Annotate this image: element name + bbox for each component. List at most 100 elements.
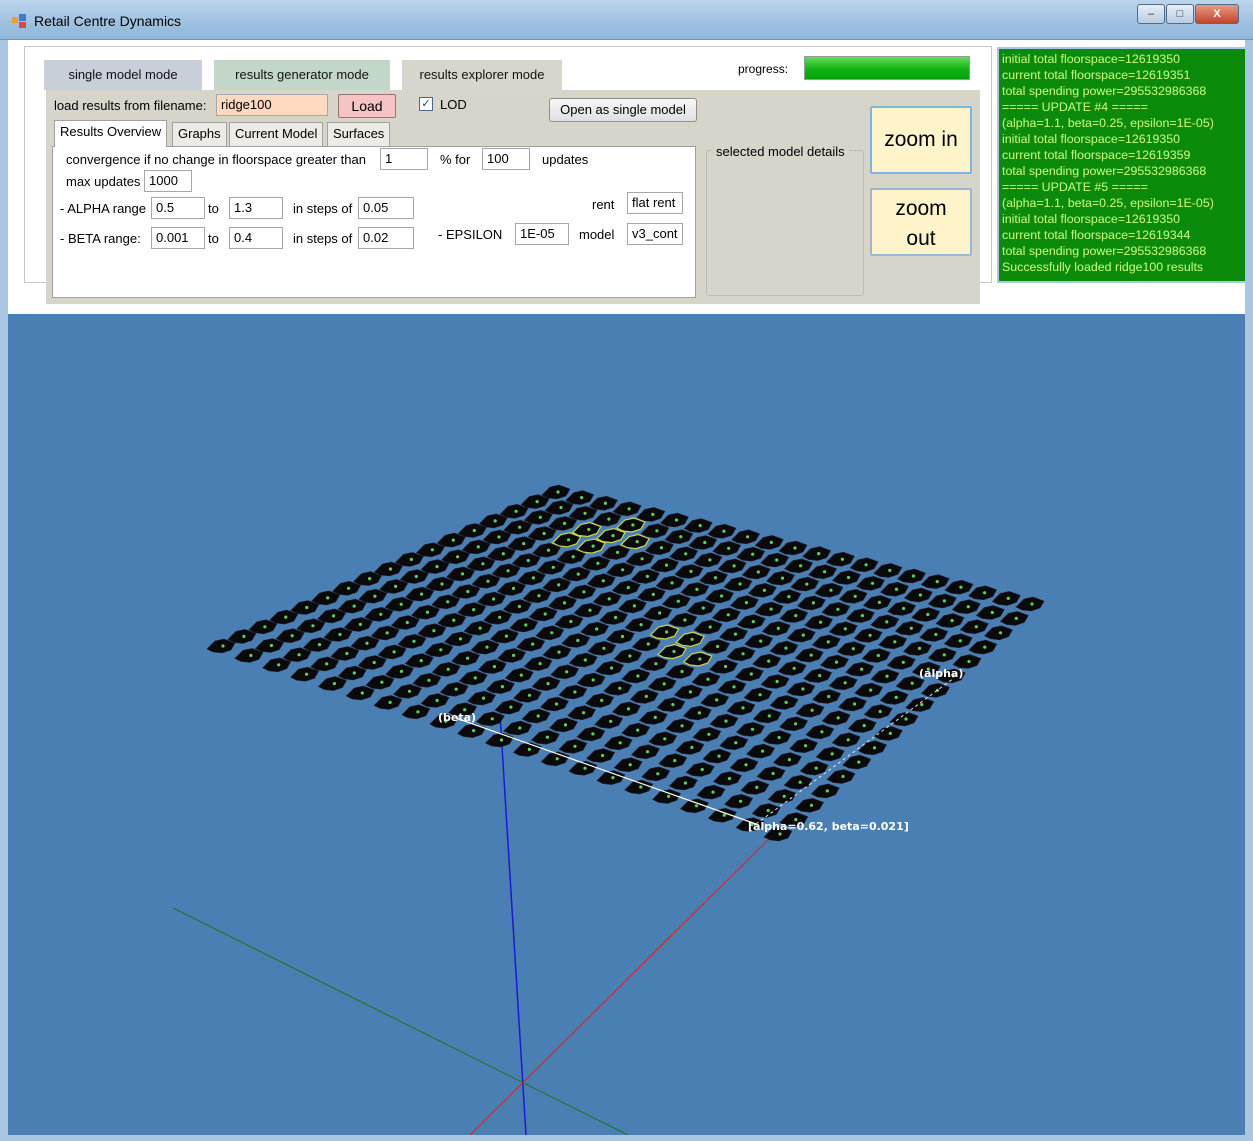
- model-glyph[interactable]: [595, 527, 626, 544]
- model-glyph[interactable]: [862, 595, 892, 610]
- model-glyph[interactable]: [712, 771, 742, 786]
- model-glyph[interactable]: [451, 650, 481, 666]
- model-glyph[interactable]: [873, 563, 903, 578]
- model-glyph[interactable]: [451, 584, 481, 599]
- model-glyph[interactable]: [647, 676, 677, 692]
- model-glyph[interactable]: [638, 710, 668, 725]
- model-glyph[interactable]: [845, 608, 875, 623]
- model-glyph[interactable]: [794, 797, 824, 813]
- model-glyph[interactable]: [999, 611, 1029, 626]
- model-glyph[interactable]: [625, 551, 655, 567]
- model-glyph[interactable]: [712, 540, 742, 556]
- beta-from-input[interactable]: 0.001: [151, 227, 205, 249]
- model-glyph[interactable]: [878, 634, 908, 650]
- model-glyph[interactable]: [530, 729, 560, 745]
- model-glyph[interactable]: [477, 659, 507, 674]
- model-glyph[interactable]: [621, 722, 651, 738]
- model-glyph[interactable]: [405, 586, 435, 602]
- model-glyph[interactable]: [649, 624, 680, 640]
- model-glyph[interactable]: [621, 668, 651, 684]
- model-glyph[interactable]: [457, 723, 487, 738]
- model-glyph[interactable]: [565, 490, 595, 505]
- model-glyph[interactable]: [786, 681, 816, 697]
- model-glyph[interactable]: [794, 647, 824, 663]
- model-glyph[interactable]: [431, 594, 461, 610]
- model-glyph[interactable]: [631, 636, 661, 652]
- model-glyph[interactable]: [902, 641, 932, 656]
- model-glyph[interactable]: [959, 619, 989, 635]
- model-glyph[interactable]: [705, 588, 735, 604]
- model-glyph[interactable]: [756, 766, 786, 781]
- model-glyph[interactable]: [424, 642, 454, 658]
- model-glyph[interactable]: [234, 648, 264, 663]
- model-glyph[interactable]: [302, 637, 332, 652]
- model-glyph[interactable]: [675, 740, 705, 755]
- model-glyph[interactable]: [744, 633, 774, 649]
- zoom-out-button[interactable]: zoom out: [870, 188, 972, 256]
- model-glyph[interactable]: [669, 546, 699, 562]
- model-glyph[interactable]: [643, 605, 673, 621]
- model-glyph[interactable]: [814, 582, 844, 598]
- model-glyph[interactable]: [810, 783, 840, 799]
- model-glyph[interactable]: [760, 552, 790, 568]
- model-glyph[interactable]: [624, 617, 654, 633]
- model-glyph[interactable]: [521, 708, 551, 724]
- model-glyph[interactable]: [741, 564, 771, 580]
- model-glyph[interactable]: [586, 573, 616, 589]
- model-glyph[interactable]: [769, 695, 799, 710]
- model-glyph[interactable]: [743, 687, 773, 703]
- model-glyph[interactable]: [567, 584, 597, 600]
- model-glyph[interactable]: [693, 619, 723, 635]
- model-glyph[interactable]: [486, 546, 516, 562]
- model-glyph[interactable]: [466, 556, 496, 572]
- model-glyph[interactable]: [778, 540, 808, 556]
- model-glyph[interactable]: [417, 623, 447, 639]
- model-glyph[interactable]: [606, 562, 636, 578]
- model-glyph[interactable]: [673, 684, 703, 700]
- model-glyph[interactable]: [377, 644, 407, 660]
- model-glyph[interactable]: [337, 665, 367, 681]
- model-glyph[interactable]: [542, 577, 572, 593]
- model-glyph[interactable]: [576, 672, 606, 688]
- model-glyph[interactable]: [870, 668, 900, 684]
- model-glyph[interactable]: [345, 685, 375, 701]
- model-glyph[interactable]: [828, 675, 858, 691]
- model-glyph[interactable]: [439, 681, 469, 697]
- model-glyph[interactable]: [581, 555, 611, 571]
- model-glyph[interactable]: [896, 568, 926, 584]
- title-bar[interactable]: Retail Centre Dynamics – □ X: [0, 0, 1253, 40]
- model-glyph[interactable]: [854, 682, 884, 698]
- model-glyph[interactable]: [640, 523, 670, 539]
- model-glyph[interactable]: [927, 593, 957, 609]
- model-glyph[interactable]: [390, 615, 420, 630]
- model-glyph[interactable]: [783, 774, 813, 790]
- model-glyph[interactable]: [729, 595, 759, 610]
- model-glyph[interactable]: [736, 546, 766, 562]
- model-glyph[interactable]: [719, 735, 749, 751]
- model-glyph[interactable]: [779, 716, 809, 732]
- open-as-single-model-button[interactable]: Open as single model: [549, 98, 697, 122]
- model-glyph[interactable]: [943, 633, 973, 649]
- model-glyph[interactable]: [443, 631, 473, 647]
- model-glyph[interactable]: [855, 575, 885, 591]
- model-glyph[interactable]: [709, 659, 739, 674]
- rent-select[interactable]: flat rent: [627, 192, 683, 214]
- model-glyph[interactable]: [799, 760, 829, 776]
- model-glyph[interactable]: [920, 682, 950, 698]
- model-glyph[interactable]: [765, 570, 795, 586]
- model-glyph[interactable]: [551, 532, 582, 548]
- model-glyph[interactable]: [425, 576, 455, 592]
- model-glyph[interactable]: [683, 518, 713, 533]
- model-glyph[interactable]: [894, 620, 924, 636]
- model-glyph[interactable]: [599, 610, 629, 625]
- model-glyph[interactable]: [511, 553, 541, 568]
- model-glyph[interactable]: [568, 505, 598, 521]
- model-glyph[interactable]: [863, 704, 893, 719]
- model-glyph[interactable]: [494, 699, 524, 715]
- model-glyph[interactable]: [831, 732, 861, 748]
- model-glyph[interactable]: [343, 617, 373, 632]
- model-glyph[interactable]: [668, 775, 698, 791]
- model-glyph[interactable]: [503, 519, 533, 535]
- model-glyph[interactable]: [441, 549, 471, 565]
- model-glyph[interactable]: [531, 676, 561, 691]
